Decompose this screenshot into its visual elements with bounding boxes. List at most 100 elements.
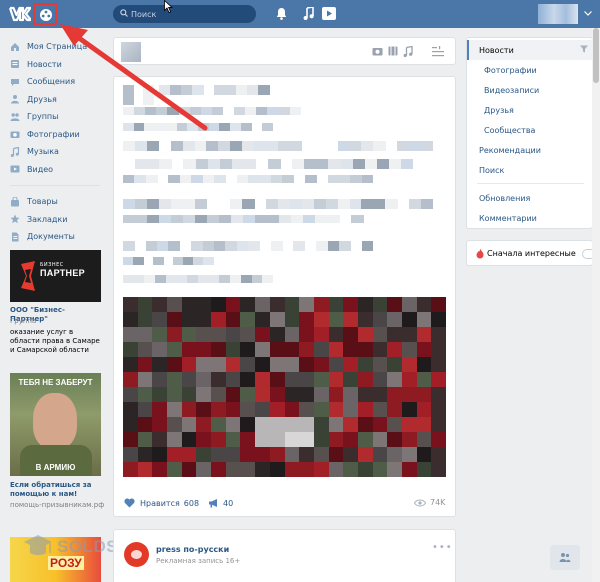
image-pixel: [357, 447, 374, 463]
blurred-cell: [409, 141, 422, 151]
nav-item-messages[interactable]: Сообщения: [10, 73, 102, 91]
blurred-cell: [385, 199, 398, 209]
menu-item[interactable]: Поиск: [467, 160, 592, 180]
blurred-cell: [134, 141, 148, 151]
blurred-cell: [351, 215, 364, 223]
camera-icon[interactable]: [372, 46, 383, 56]
image-pixel: [357, 387, 374, 403]
image-pixel: [225, 357, 241, 373]
scrollbar-thumb[interactable]: [593, 28, 599, 83]
sort-toggle-card[interactable]: Сначала интересные: [466, 240, 596, 266]
blurred-cell: [193, 257, 204, 265]
filter-icon[interactable]: [580, 45, 588, 53]
blurred-cell: [304, 159, 317, 169]
blurred-cell: [219, 215, 232, 223]
nav-item-goods[interactable]: Товары: [10, 193, 102, 211]
ad-site[interactable]: помощь-призывникам.рф: [10, 501, 105, 510]
nav-item-documents[interactable]: Документы: [10, 228, 102, 246]
nav-item-news[interactable]: Новости: [10, 56, 102, 74]
blurred-cell: [236, 241, 249, 251]
nav-item-photos[interactable]: Фотографии: [10, 126, 102, 144]
sponsor-name[interactable]: press по-русски: [156, 545, 229, 554]
music-note-icon[interactable]: [303, 7, 314, 20]
post-image[interactable]: [123, 297, 446, 477]
image-pixel: [357, 327, 374, 343]
image-pixel: [269, 342, 285, 358]
ad-title[interactable]: Если обратишься за помощью к нам!: [10, 481, 102, 499]
blurred-cell: [202, 241, 215, 251]
share-count: 40: [223, 498, 234, 508]
menu-item[interactable]: Фотографии: [467, 60, 592, 80]
blurred-cell: [316, 241, 329, 251]
blurred-cell: [245, 107, 257, 115]
blurred-cell: [230, 123, 242, 131]
post-composer[interactable]: [113, 37, 456, 65]
bell-icon[interactable]: [276, 7, 287, 20]
image-pixel: [196, 297, 212, 313]
image-pixel: [387, 297, 403, 313]
menu-item[interactable]: Друзья: [467, 100, 592, 120]
nav-item-video[interactable]: Видео: [10, 161, 102, 179]
video-icon[interactable]: [388, 46, 398, 56]
image-pixel: [299, 297, 315, 313]
menu-item[interactable]: Обновления: [467, 188, 592, 208]
scrollbar-track[interactable]: [592, 28, 600, 582]
sponsor-avatar[interactable]: [124, 542, 149, 567]
image-pixel: [328, 342, 344, 358]
blurred-cell: [170, 141, 184, 151]
game-button[interactable]: [33, 3, 57, 25]
menu-item[interactable]: Видеозаписи: [467, 80, 592, 100]
chevron-down-icon[interactable]: [584, 11, 592, 16]
blurred-cell: [156, 107, 168, 115]
search-box[interactable]: [113, 5, 256, 23]
nav-item-music[interactable]: Музыка: [10, 143, 102, 161]
more-options-icon[interactable]: •••: [432, 542, 453, 553]
blurred-cell: [231, 215, 244, 223]
play-icon[interactable]: [322, 7, 336, 20]
menu-item[interactable]: Новости: [467, 40, 592, 60]
search-input[interactable]: [131, 7, 249, 21]
nav-item-friends[interactable]: Друзья: [10, 91, 102, 109]
image-pixel: [313, 387, 330, 403]
image-pixel: [343, 387, 359, 403]
friends-floating-button[interactable]: [550, 545, 580, 570]
blurred-cell: [400, 159, 414, 169]
blurred-cell: [291, 215, 304, 223]
ad-army-image[interactable]: ТЕБЯ НЕ ЗАБЕРУТ В АРМИЮ: [10, 373, 101, 476]
menu-item[interactable]: Рекомендации: [467, 140, 592, 160]
menu-item[interactable]: Комментарии: [467, 208, 592, 228]
user-avatar[interactable]: [538, 4, 578, 24]
image-pixel: [299, 372, 315, 388]
image-pixel: [240, 387, 256, 403]
share-button[interactable]: 40: [208, 498, 233, 508]
image-pixel: [343, 327, 359, 343]
like-button[interactable]: Нравится 608: [124, 498, 199, 508]
blurred-cell: [183, 159, 196, 169]
nav-item-bookmarks[interactable]: Закладки: [10, 211, 102, 229]
blurred-cell: [243, 159, 257, 169]
image-pixel: [225, 462, 241, 477]
blurred-cell: [173, 257, 184, 265]
blurred-cell: [134, 107, 146, 115]
nav-item-groups[interactable]: Группы: [10, 108, 102, 126]
music-icon[interactable]: [403, 46, 413, 57]
ad-business-partner-image[interactable]: БИЗНЕС ПАРТНЕР: [10, 250, 101, 302]
image-pixel: [372, 357, 388, 373]
image-pixel: [387, 327, 403, 343]
blurred-cell: [168, 241, 181, 251]
image-pixel: [431, 387, 446, 403]
image-pixel: [181, 342, 197, 358]
vk-logo-icon[interactable]: [8, 6, 33, 22]
blurred-cell: [147, 159, 160, 169]
blurred-cell: [145, 175, 158, 183]
image-pixel: [196, 372, 212, 388]
image-pixel: [313, 372, 330, 388]
menu-item[interactable]: Сообщества: [467, 120, 592, 140]
settings-list-icon[interactable]: [432, 46, 444, 57]
blurred-cell: [191, 175, 204, 183]
image-pixel: [401, 327, 418, 343]
search-icon: [120, 9, 128, 17]
nav-item-my-page[interactable]: Моя Страница: [10, 38, 102, 56]
blurred-cell: [262, 275, 274, 283]
blurred-cell: [157, 241, 169, 251]
